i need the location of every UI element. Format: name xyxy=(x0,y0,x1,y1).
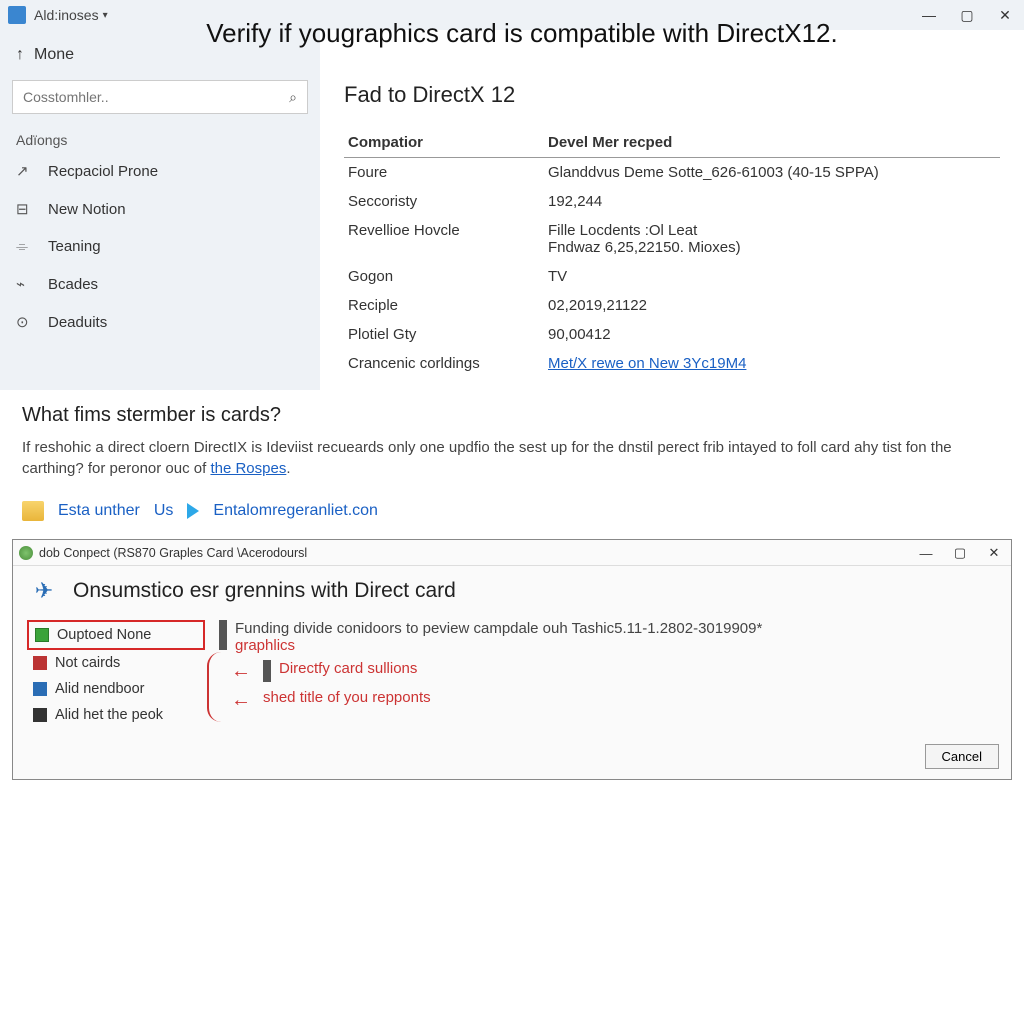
tool-list-item-2[interactable]: Alid nendboor xyxy=(27,676,205,702)
cancel-button[interactable]: Cancel xyxy=(925,744,999,769)
tool-close-button[interactable]: ✕ xyxy=(977,540,1011,566)
link-c[interactable]: Entalomregeranliet.con xyxy=(213,502,378,520)
folder-icon xyxy=(22,501,44,521)
search-box[interactable]: ⌕ xyxy=(12,80,308,114)
sidebar-item-3[interactable]: ⌁Bcades xyxy=(0,265,320,303)
tool-window: dob Conpect (RS870 Graples Card \Acerodo… xyxy=(12,539,1012,780)
link-a[interactable]: Esta unther xyxy=(58,502,140,520)
tool-list-item-3[interactable]: Alid het the peok xyxy=(27,702,205,728)
link-b[interactable]: Us xyxy=(154,502,174,520)
table-row: Revellioe HovcleFille Locdents :Ol Leat … xyxy=(344,216,1000,262)
tool-title-bar: dob Conpect (RS870 Graples Card \Acerodo… xyxy=(13,540,1011,566)
status-icon-blue xyxy=(33,682,47,696)
up-arrow-icon: ↑ xyxy=(16,46,24,64)
plane-icon: ✈ xyxy=(29,576,59,606)
tool-description: Funding divide conidoors to peview campd… xyxy=(219,620,997,728)
table-row: Reciple02,2019,21122 xyxy=(344,291,1000,320)
sidebar: ↑ Mone ⌕ Adïongs ↗Recpaciol Prone ⊟New N… xyxy=(0,30,320,390)
sidebar-item-0[interactable]: ↗Recpaciol Prone xyxy=(0,152,320,190)
tool-title: dob Conpect (RS870 Graples Card \Acerodo… xyxy=(39,546,307,560)
home-label: Mone xyxy=(34,46,74,64)
paragraph-block: What fims stermber is cards? If reshohic… xyxy=(0,390,1024,493)
property-table: Compatior Devel Mer recped FoureGlanddvu… xyxy=(344,128,1000,378)
note-2: shed title of you repponts xyxy=(263,689,431,706)
tool-maximize-button[interactable]: ▢ xyxy=(943,540,977,566)
content-pane: Fad to DirectX 12 Compatior Devel Mer re… xyxy=(320,30,1024,390)
bar-icon xyxy=(263,660,271,682)
app-icon xyxy=(8,6,26,24)
sidebar-item-1[interactable]: ⊟New Notion xyxy=(0,190,320,228)
square-icon: ⊟ xyxy=(16,200,36,218)
paragraph-heading: What fims stermber is cards? xyxy=(22,404,1002,427)
curve-annotation xyxy=(207,652,225,722)
note-1: Directfy card sullions xyxy=(279,660,417,677)
person-icon: ⌯ xyxy=(16,238,36,255)
search-input[interactable] xyxy=(23,89,289,105)
table-row: FoureGlanddvus Deme Sotte_626-61003 (40-… xyxy=(344,158,1000,188)
pen-icon: ⌁ xyxy=(16,275,36,293)
content-heading: Fad to DirectX 12 xyxy=(344,82,1000,108)
bar-icon xyxy=(219,620,227,650)
tool-heading: Onsumstico esr grennins with Direct card xyxy=(73,579,456,603)
close-button[interactable]: ✕ xyxy=(986,0,1024,30)
arrow-left-icon: ← xyxy=(231,660,251,683)
th-val: Devel Mer recped xyxy=(544,128,1000,158)
status-icon-dark xyxy=(33,708,47,722)
tool-list: Ouptoed None Not cairds Alid nendboor Al… xyxy=(27,620,205,728)
tool-list-item-1[interactable]: Not cairds xyxy=(27,650,205,676)
link-cell[interactable]: Met/X rewe on New 3Yc19M4 xyxy=(548,355,746,372)
table-row: Seccoristy192,244 xyxy=(344,187,1000,216)
tool-window-controls: — ▢ ✕ xyxy=(909,540,1011,566)
table-row: GogonTV xyxy=(344,262,1000,291)
paragraph-link[interactable]: the Rospes xyxy=(210,460,286,477)
tool-header: ✈ Onsumstico esr grennins with Direct ca… xyxy=(13,566,1011,616)
search-icon[interactable]: ⌕ xyxy=(289,89,297,106)
paragraph-body: If reshohic a direct cloern DirectIX is … xyxy=(22,437,1002,479)
tool-list-item-0[interactable]: Ouptoed None xyxy=(27,620,205,650)
section-label: Adïongs xyxy=(0,122,320,152)
arrow-left-icon: ← xyxy=(231,689,251,712)
play-icon xyxy=(187,503,199,519)
tool-footer: Cancel xyxy=(13,738,1011,779)
edit-icon: ↗ xyxy=(16,162,36,180)
tool-app-icon xyxy=(19,546,33,560)
table-row: Crancenic corldingsMet/X rewe on New 3Yc… xyxy=(344,349,1000,378)
th-key: Compatior xyxy=(344,128,544,158)
link-row: Esta unther Us Entalomregeranliet.con xyxy=(0,493,1024,535)
overlay-heading: Verify if yougraphics card is compatible… xyxy=(80,18,964,49)
tool-minimize-button[interactable]: — xyxy=(909,540,943,566)
status-icon-green xyxy=(35,628,49,642)
sidebar-item-2[interactable]: ⌯Teaning xyxy=(0,228,320,265)
clock-icon: ⊙ xyxy=(16,313,36,331)
sidebar-item-4[interactable]: ⊙Deaduits xyxy=(0,303,320,341)
table-row: Plotiel Gty90,00412 xyxy=(344,320,1000,349)
status-icon-red xyxy=(33,656,47,670)
